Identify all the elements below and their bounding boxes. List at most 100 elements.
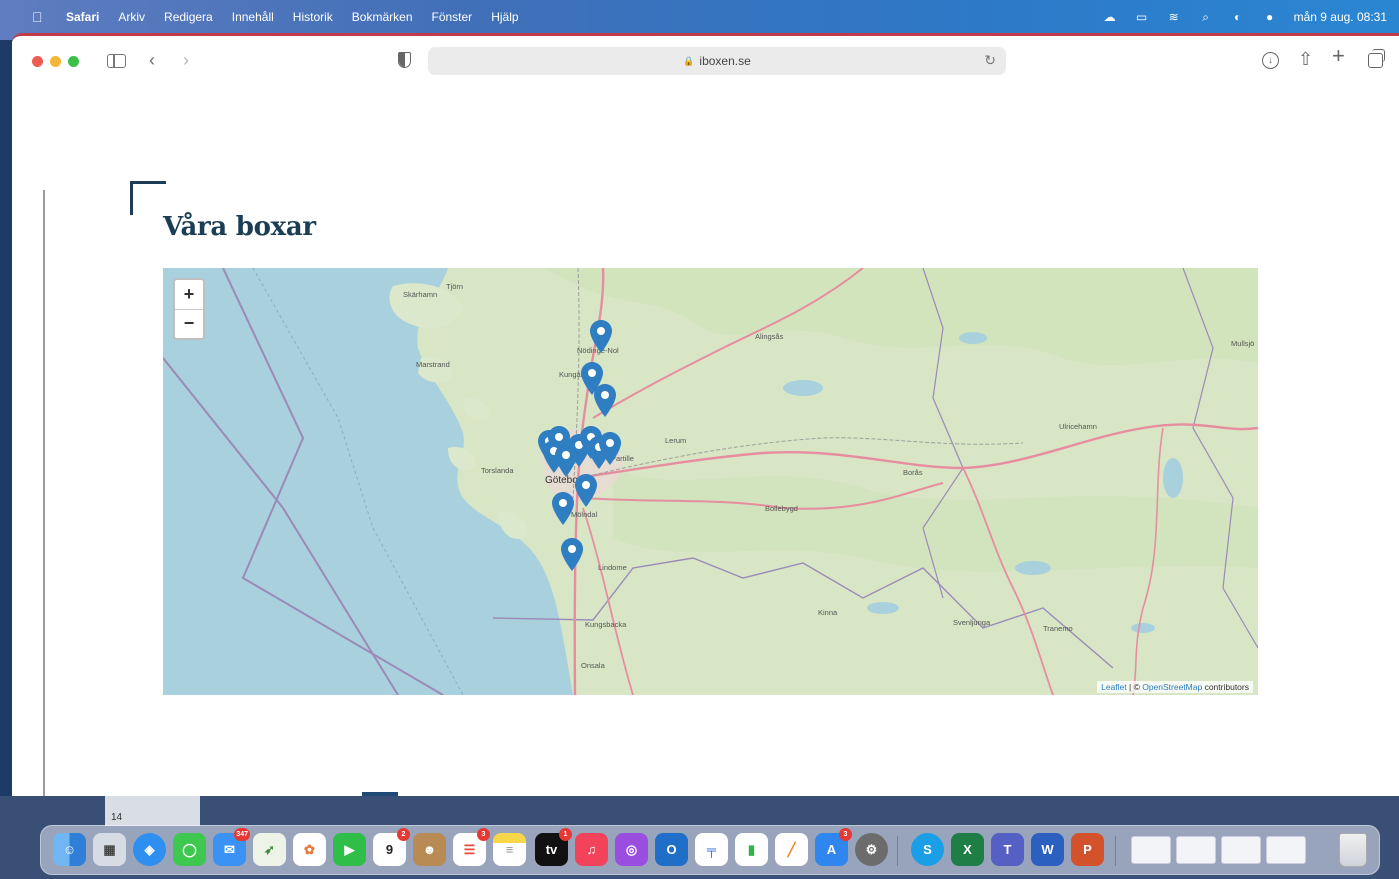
menu-hjalp[interactable]: Hjälp: [491, 10, 518, 24]
minimized-window-thumbnail[interactable]: [1176, 836, 1216, 864]
dock-separator: [1115, 836, 1116, 866]
url-text: iboxen.se: [699, 54, 751, 68]
map-label-alingsas: Alingsås: [755, 332, 784, 341]
menu-arkiv[interactable]: Arkiv: [118, 10, 145, 24]
maps-icon[interactable]: ➶: [253, 833, 286, 866]
map-marker[interactable]: [552, 492, 574, 525]
menu-historik[interactable]: Historik: [293, 10, 333, 24]
battery-icon[interactable]: ▭: [1134, 10, 1150, 24]
openstreetmap-link[interactable]: OpenStreetMap: [1142, 682, 1202, 692]
map-label-bollebygd: Bollebygd: [765, 504, 798, 513]
map-marker[interactable]: [575, 474, 597, 507]
launchpad-icon[interactable]: ▦: [93, 833, 126, 866]
leaflet-link[interactable]: Leaflet: [1101, 682, 1127, 692]
teams-icon[interactable]: T: [991, 833, 1024, 866]
window-controls: [32, 56, 79, 67]
share-icon[interactable]: ⇧: [1298, 49, 1313, 69]
address-bar[interactable]: 🔒 iboxen.se ↻: [428, 47, 1006, 75]
skype-icon[interactable]: S: [911, 833, 944, 866]
map-label-lerum: Lerum: [665, 436, 687, 445]
system-preferences-icon[interactable]: ⚙: [855, 833, 888, 866]
map-label-kungsbacka: Kungsbacka: [585, 620, 627, 629]
map-marker[interactable]: [590, 320, 612, 353]
word-icon[interactable]: W: [1031, 833, 1064, 866]
minimize-window-button[interactable]: [50, 56, 61, 67]
status-area: ☁ ▭ ≋ ⌕ ◐ ● mån 9 aug. 08:31: [1102, 10, 1387, 25]
menu-redigera[interactable]: Redigera: [164, 10, 213, 24]
podcasts-icon[interactable]: ◎: [615, 833, 648, 866]
minimized-window-thumbnail[interactable]: [1266, 836, 1306, 864]
notes-icon[interactable]: ≡: [493, 833, 526, 866]
map-label-tjorn: Tjörn: [446, 282, 464, 291]
finder-icon[interactable]: ☺: [53, 833, 86, 866]
menu-bokmarken[interactable]: Bokmärken: [352, 10, 413, 24]
safari-window: ‹ › 🔒 iboxen.se ↻ ↓ ⇧ + Våra boxar + − T…: [12, 33, 1399, 796]
music-icon[interactable]: ♫: [575, 833, 608, 866]
map-label-onsala: Onsala: [581, 661, 605, 670]
wifi-icon[interactable]: ≋: [1166, 10, 1182, 24]
safari-toolbar: ‹ › 🔒 iboxen.se ↻ ↓ ⇧ +: [12, 36, 1399, 86]
macos-dock: ☺ ▦ ◈ ◯ ✉ 347 ➶ ✿ ▶ 92 ☻ ☰ 3 ≡ tv 1 ♫ ◎ O ╤…: [40, 825, 1380, 875]
menu-innehall[interactable]: Innehåll: [232, 10, 274, 24]
heading-corner-decoration: [130, 181, 166, 215]
spotlight-search-icon[interactable]: ⌕: [1198, 10, 1214, 24]
downloads-icon[interactable]: ↓: [1262, 52, 1279, 69]
close-window-button[interactable]: [32, 56, 43, 67]
excel-icon[interactable]: X: [951, 833, 984, 866]
menu-fonster[interactable]: Fönster: [432, 10, 473, 24]
sidebar-toggle-icon[interactable]: [107, 54, 126, 68]
messages-icon[interactable]: ◯: [173, 833, 206, 866]
page-title: Våra boxar: [163, 212, 316, 242]
map-marker[interactable]: [561, 538, 583, 571]
zoom-out-button[interactable]: −: [175, 310, 203, 339]
keynote-icon[interactable]: ╤: [695, 833, 728, 866]
reminders-badge: 3: [477, 828, 490, 841]
outlook-icon[interactable]: O: [655, 833, 688, 866]
powerpoint-icon[interactable]: P: [1071, 833, 1104, 866]
map-zoom-control: + −: [173, 278, 205, 340]
reload-icon[interactable]: ↻: [984, 52, 996, 69]
creative-cloud-icon[interactable]: ☁: [1102, 10, 1118, 24]
map-label-mullsjo: Mullsjö: [1231, 339, 1255, 348]
attribution-contributors: contributors: [1202, 682, 1249, 692]
appstore-badge: 3: [839, 828, 852, 841]
trash-icon[interactable]: [1339, 833, 1367, 867]
new-tab-plus-icon[interactable]: +: [1332, 45, 1345, 67]
map-label-svenljunga: Svenljunga: [953, 618, 991, 627]
boxes-map[interactable]: + − Tjörn Skärhamn Marstrand Nödinge-Nol…: [163, 268, 1258, 695]
minimized-window-thumbnail[interactable]: [1131, 836, 1171, 864]
back-chevron-icon[interactable]: ‹: [149, 50, 155, 70]
minimized-window-thumbnail[interactable]: [1221, 836, 1261, 864]
safari-icon[interactable]: ◈: [133, 833, 166, 866]
siri-icon[interactable]: ●: [1262, 10, 1278, 24]
forward-chevron-icon[interactable]: ›: [183, 50, 189, 70]
photos-icon[interactable]: ✿: [293, 833, 326, 866]
calendar-badge: 2: [397, 828, 410, 841]
fullscreen-window-button[interactable]: [68, 56, 79, 67]
pages-icon[interactable]: ╱: [775, 833, 808, 866]
menu-app-name[interactable]: Safari: [66, 10, 99, 24]
calendar-icon[interactable]: 92: [373, 828, 410, 866]
dock-separator: [897, 836, 898, 866]
reminders-icon[interactable]: ☰ 3: [453, 828, 490, 866]
facetime-icon[interactable]: ▶: [333, 833, 366, 866]
map-label-torslanda: Torslanda: [481, 466, 514, 475]
contacts-icon[interactable]: ☻: [413, 833, 446, 866]
tab-overview-icon[interactable]: [1368, 49, 1385, 68]
zoom-in-button[interactable]: +: [175, 280, 203, 310]
map-marker[interactable]: [594, 384, 616, 417]
mail-icon[interactable]: ✉ 347: [213, 828, 250, 866]
control-center-icon[interactable]: ◐: [1230, 10, 1246, 24]
menubar-clock[interactable]: mån 9 aug. 08:31: [1294, 10, 1387, 24]
left-divider: [43, 190, 45, 796]
apple-menu-icon[interactable]: : [32, 9, 48, 25]
privacy-shield-icon[interactable]: [398, 52, 411, 68]
map-label-lindome: Lindome: [598, 563, 627, 572]
map-marker[interactable]: [599, 432, 621, 465]
app-store-icon[interactable]: A3: [815, 828, 852, 866]
numbers-icon[interactable]: ▮: [735, 833, 768, 866]
map-label-tranemo: Tranemo: [1043, 624, 1073, 633]
apple-tv-icon[interactable]: tv 1: [535, 828, 572, 866]
map-label-marstrand: Marstrand: [416, 360, 450, 369]
background-window-fragment: 14: [105, 796, 200, 826]
